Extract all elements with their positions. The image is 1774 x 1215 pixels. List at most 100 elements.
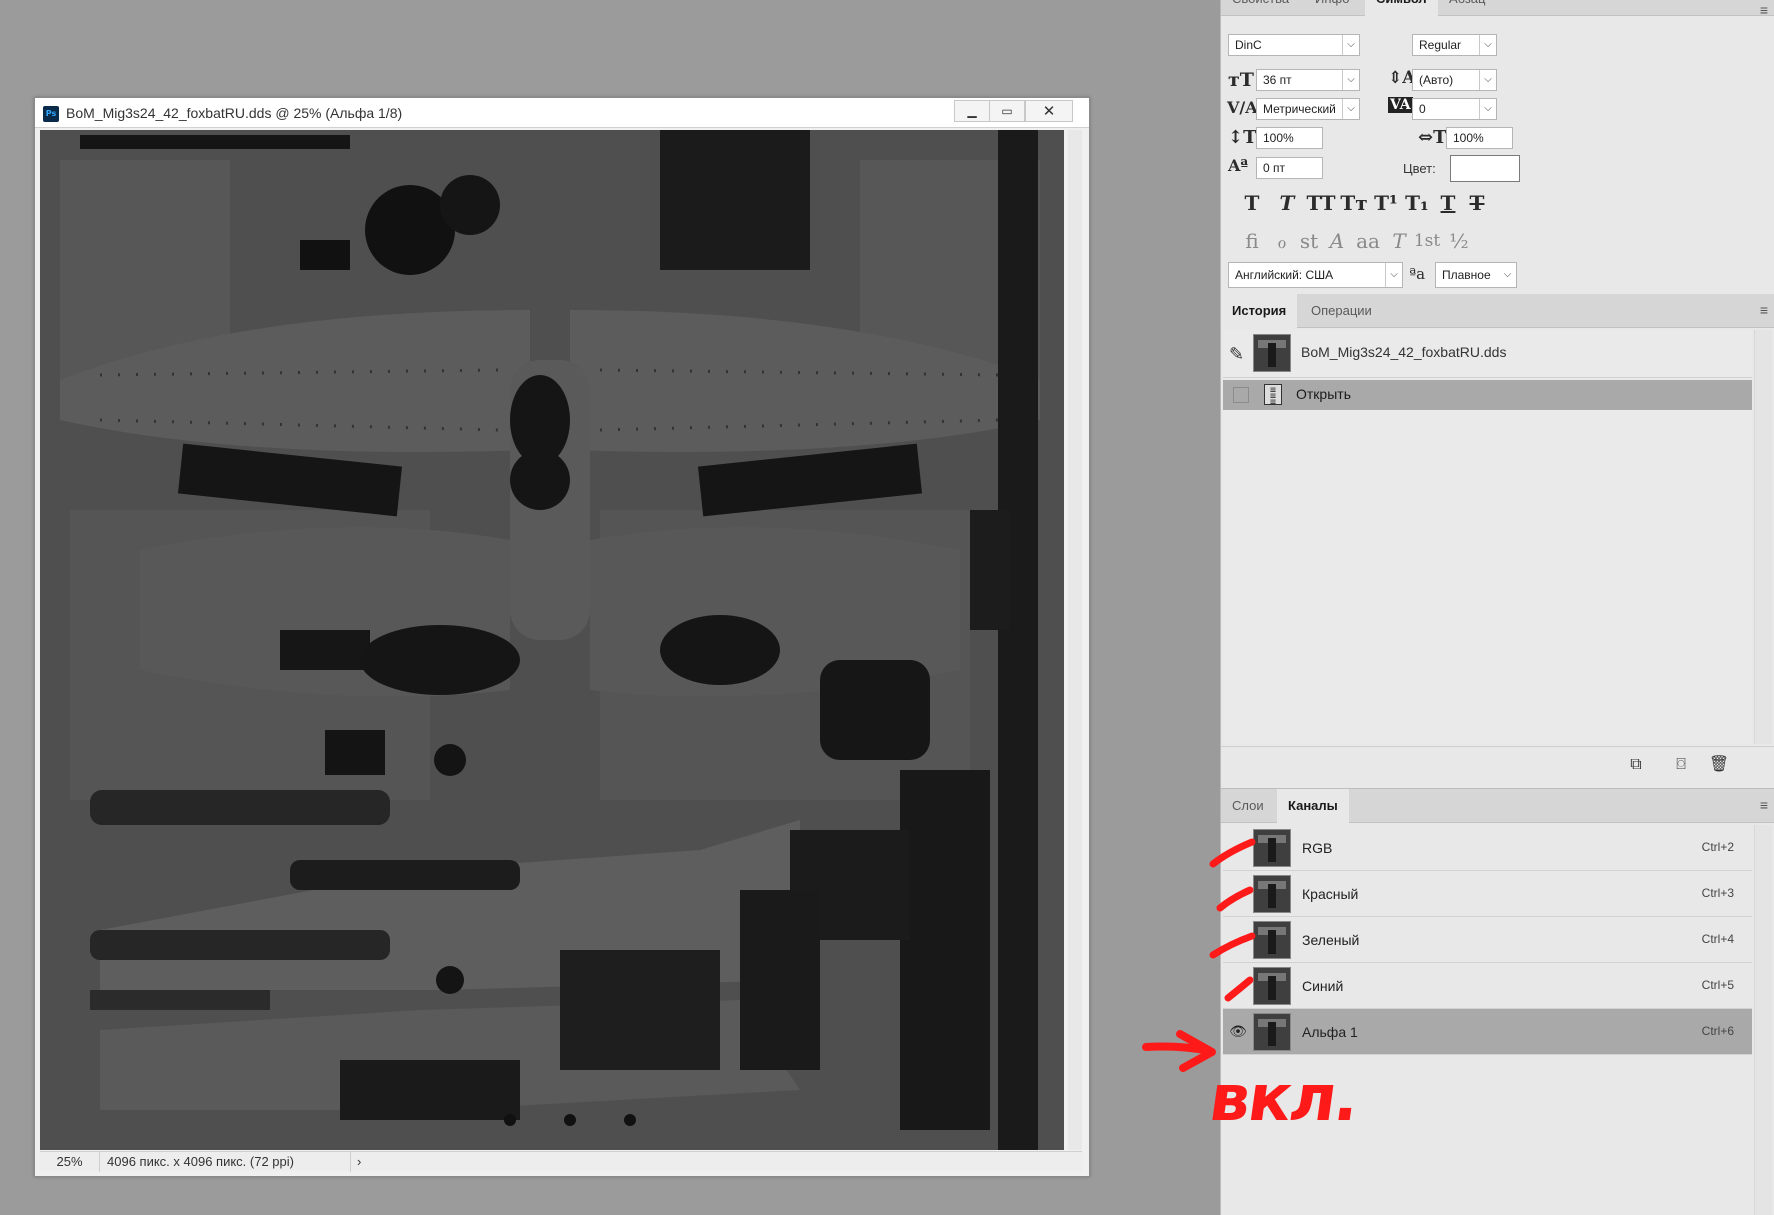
visibility-toggle[interactable]: [1229, 931, 1247, 949]
annotation-arrow-shaft: [1142, 1042, 1214, 1055]
chevron-down-icon: ⌵: [1479, 99, 1496, 119]
tab-history[interactable]: История: [1221, 294, 1298, 329]
annotation-text: вкл.: [1204, 1062, 1363, 1136]
texture-alpha-channel: [40, 130, 1064, 1150]
camera-snapshot-icon[interactable]: ⌼: [1670, 753, 1692, 775]
channel-thumbnail: [1253, 967, 1291, 1005]
baseline-shift-icon: Aª: [1228, 156, 1249, 175]
tab-paragraph[interactable]: Абзац: [1438, 0, 1496, 16]
vertical-scale-field[interactable]: 100%: [1256, 127, 1323, 149]
zoom-field[interactable]: 25%: [40, 1152, 100, 1172]
document-canvas[interactable]: [40, 130, 1064, 1150]
maximize-button[interactable]: ▭: [989, 100, 1025, 122]
visibility-toggle[interactable]: [1229, 885, 1247, 903]
history-brush-checkbox[interactable]: [1233, 387, 1249, 403]
history-state-label: Открыть: [1296, 386, 1351, 402]
channel-name: Красный: [1302, 886, 1359, 902]
channel-thumbnail: [1253, 829, 1291, 867]
faux-italic-button[interactable]: T: [1274, 190, 1300, 216]
old-style-button[interactable]: ℴ: [1269, 228, 1295, 254]
channel-name: Зеленый: [1302, 932, 1360, 948]
language-select[interactable]: Английский: США ⌵: [1228, 262, 1403, 288]
tab-actions[interactable]: Операции: [1300, 294, 1383, 328]
chevron-down-icon: ⌵: [1342, 99, 1359, 119]
kerning-field[interactable]: Метрический ⌵: [1256, 98, 1360, 120]
trash-icon[interactable]: 🗑: [1708, 753, 1730, 775]
annotation-arrow-head: [1176, 1030, 1216, 1072]
right-panel-dock: Свойства Инфо Символ Абзац ≡ DinC⌵ Regul…: [1220, 0, 1774, 1215]
strikethrough-button[interactable]: T: [1464, 190, 1490, 216]
document-info: 4096 пикс. x 4096 пикс. (72 ppi): [107, 1154, 294, 1169]
document-status-bar: 25% 4096 пикс. x 4096 пикс. (72 ppi) ›: [40, 1151, 1082, 1172]
channels-scrollbar[interactable]: [1754, 825, 1772, 1215]
tab-layers[interactable]: Слои: [1221, 789, 1275, 823]
visibility-toggle[interactable]: [1229, 839, 1247, 857]
horizontal-scale-field[interactable]: 100%: [1446, 127, 1513, 149]
channel-list: RGB Ctrl+2 Красный Ctrl+3 Зеленый Ctrl+4…: [1223, 825, 1752, 1215]
tab-info[interactable]: Инфо: [1304, 0, 1360, 16]
ligatures-button[interactable]: fi: [1239, 228, 1265, 254]
panel-menu-icon[interactable]: ≡: [1760, 797, 1768, 813]
swash-button[interactable]: A: [1324, 228, 1350, 254]
kerning-icon: V/A: [1227, 98, 1258, 117]
superscript-button[interactable]: T¹: [1373, 190, 1399, 216]
canvas-scrollbar[interactable]: [1068, 130, 1082, 1150]
panel-menu-icon[interactable]: ≡: [1760, 302, 1768, 318]
channel-shortcut: Ctrl+2: [1701, 840, 1734, 854]
snapshot-label: BoM_Mig3s24_42_foxbatRU.dds: [1301, 344, 1507, 360]
status-menu-arrow[interactable]: ›: [350, 1152, 361, 1172]
minimize-button[interactable]: ▁: [954, 100, 990, 122]
channel-name: Синий: [1302, 978, 1344, 994]
panel-menu-icon[interactable]: ≡: [1760, 2, 1768, 18]
underline-button[interactable]: T: [1435, 190, 1461, 216]
vertical-scale-icon: ↕T: [1228, 127, 1257, 148]
eye-icon[interactable]: 👁: [1229, 1023, 1247, 1041]
history-panel: История Операции ≡ ✎ BoM_Mig3s24_42_foxb…: [1221, 294, 1774, 788]
channel-thumbnail: [1253, 921, 1291, 959]
channel-row-red[interactable]: Красный Ctrl+3: [1223, 871, 1752, 917]
channel-row-rgb[interactable]: RGB Ctrl+2: [1223, 825, 1752, 871]
chevron-down-icon: ⌵: [1479, 35, 1496, 55]
font-size-field[interactable]: 36 пт ⌵: [1256, 69, 1360, 91]
discretionary-ligatures-button[interactable]: st: [1296, 228, 1322, 254]
color-label: Цвет:: [1403, 161, 1436, 176]
history-snapshot[interactable]: ✎ BoM_Mig3s24_42_foxbatRU.dds: [1223, 330, 1752, 378]
tab-character[interactable]: Символ: [1365, 0, 1438, 17]
history-list: ✎ BoM_Mig3s24_42_foxbatRU.dds ≡ ≡ ≡ Открыт…: [1223, 330, 1752, 744]
channel-row-blue[interactable]: Синий Ctrl+5: [1223, 963, 1752, 1009]
tab-channels[interactable]: Каналы: [1277, 789, 1349, 824]
font-family-select[interactable]: DinC ⌵: [1228, 34, 1360, 56]
ordinals-button[interactable]: 1st: [1411, 228, 1443, 254]
channel-row-alpha[interactable]: 👁 Альфа 1 Ctrl+6: [1223, 1009, 1752, 1055]
subscript-button[interactable]: T₁: [1404, 190, 1430, 216]
visibility-toggle[interactable]: [1229, 977, 1247, 995]
text-color-swatch[interactable]: [1450, 155, 1520, 182]
history-brush-source-icon[interactable]: ✎: [1229, 344, 1244, 365]
history-state-open[interactable]: ≡ ≡ ≡ Открыть: [1223, 380, 1752, 410]
chevron-down-icon: ⌵: [1385, 263, 1402, 287]
font-size-icon: ᴛT: [1228, 69, 1254, 91]
faux-bold-button[interactable]: T: [1239, 190, 1265, 216]
tracking-field[interactable]: 0 ⌵: [1412, 98, 1497, 120]
baseline-shift-field[interactable]: 0 пт: [1256, 157, 1323, 179]
new-document-from-state-icon[interactable]: ⧉: [1625, 753, 1647, 775]
all-caps-button[interactable]: TT: [1304, 190, 1338, 216]
history-footer: ⧉ ⌼ 🗑: [1221, 746, 1774, 780]
horizontal-scale-icon: ⇔T: [1418, 127, 1447, 148]
stylistic-alternates-button[interactable]: aa: [1353, 228, 1383, 254]
tab-properties[interactable]: Свойства: [1221, 0, 1300, 16]
channel-name: RGB: [1302, 840, 1333, 856]
small-caps-button[interactable]: Tт: [1339, 190, 1369, 216]
leading-field[interactable]: (Авто) ⌵: [1412, 69, 1497, 91]
font-style-select[interactable]: Regular ⌵: [1412, 34, 1497, 56]
channel-name: Альфа 1: [1302, 1024, 1358, 1040]
titling-alternates-button[interactable]: T: [1386, 228, 1412, 254]
channel-row-green[interactable]: Зеленый Ctrl+4: [1223, 917, 1752, 963]
antialias-select[interactable]: Плавное ⌵: [1435, 262, 1517, 288]
history-scrollbar[interactable]: [1754, 330, 1772, 744]
fractions-button[interactable]: ½: [1446, 228, 1472, 254]
channel-shortcut: Ctrl+3: [1701, 886, 1734, 900]
antialias-icon: ªa: [1409, 265, 1426, 283]
document-titlebar[interactable]: Ps BoM_Mig3s24_42_foxbatRU.dds @ 25% (Ал…: [35, 98, 1089, 128]
close-button[interactable]: ✕: [1025, 100, 1073, 122]
